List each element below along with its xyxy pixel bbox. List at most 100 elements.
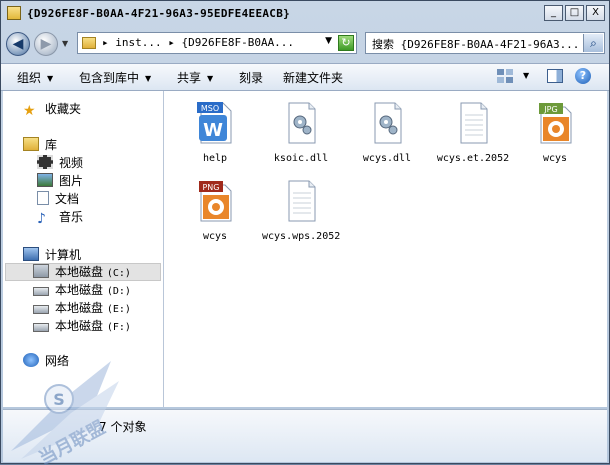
sidebar-item-drive-e[interactable]: 本地磁盘 (E:) [33,300,131,317]
sidebar-item-libraries[interactable]: 库 [23,137,57,154]
share-menu[interactable]: 共享 ▼ [177,69,213,86]
refresh-icon[interactable]: ↻ [338,35,354,51]
address-path[interactable]: ▸ inst... ▸ {D926FE8F-B0AA... [102,36,294,49]
magnifier-icon[interactable]: ⌕ [583,34,603,52]
blank-file-icon [288,180,316,222]
sidebar-item-documents[interactable]: 文档 [37,191,79,208]
svg-text:MSO: MSO [201,104,219,113]
new-folder-button[interactable]: 新建文件夹 [283,69,343,86]
jpg-image-icon: JPG [539,103,572,144]
drive-letter: (C:) [106,268,131,279]
file-name: wcys.dll [362,153,412,164]
sidebar-item-music[interactable]: ♪ 音乐 [37,209,83,226]
picture-icon [37,173,53,187]
file-item[interactable]: ksoic.dll [262,101,340,165]
view-options-icon[interactable] [497,69,513,83]
close-button[interactable]: X [586,5,605,21]
folder-icon [82,37,96,49]
sidebar-item-drive-c[interactable]: 本地磁盘 (C:) [33,264,131,281]
svg-text:JPG: JPG [543,105,557,114]
sidebar-item-computer[interactable]: 计算机 [23,247,81,264]
file-item[interactable]: JPG wcys [516,101,594,165]
address-dropdown[interactable]: ▼ [325,36,332,46]
file-name: help [202,153,228,164]
dll-gear-icon [288,102,316,144]
hard-drive-icon [33,287,49,296]
view-dropdown-icon[interactable]: ▼ [523,71,529,80]
organize-menu[interactable]: 组织 ▼ [17,69,53,86]
navigation-pane: ★ 收藏夹 库 视频 图片 文档 ♪ 音乐 计算机 本地磁盘 (C:) 本地磁盘 (… [3,91,164,407]
drive-letter: (F:) [106,322,131,333]
windows-drive-icon [33,264,49,278]
item-count: 7 个对象 [99,420,147,434]
file-item[interactable]: wcys.et.2052 [434,101,512,165]
help-icon[interactable]: ? [575,68,591,84]
sidebar-label: 音乐 [59,210,84,224]
chevron-down-icon: ▼ [207,74,214,83]
document-icon [37,191,49,205]
network-icon [23,353,39,367]
command-bar: 组织 ▼ 包含到库中 ▼ 共享 ▼ 刻录 新建文件夹 ▼ ? [1,63,609,91]
explorer-window: {D926FE8F-B0AA-4F21-96A3-95EDFE4EEACB} _… [0,0,610,465]
sidebar-item-video[interactable]: 视频 [37,155,83,172]
drive-name: 本地磁盘 [55,319,104,333]
file-item[interactable]: wcys.wps.2052 [262,179,340,243]
file-name: wcys.et.2052 [436,153,510,164]
sidebar-item-pictures[interactable]: 图片 [37,173,83,190]
file-item[interactable]: PNG wcys [176,179,254,243]
burn-button[interactable]: 刻录 [239,69,263,86]
sidebar-label: 库 [45,138,58,152]
file-item[interactable]: wcys.dll [348,101,426,165]
recent-pages-dropdown[interactable]: ▼ [62,39,68,48]
share-label: 共享 [177,71,202,85]
hard-drive-icon [33,323,49,332]
forward-button[interactable]: ▶ [34,32,58,56]
file-name: ksoic.dll [273,153,329,164]
sidebar-item-network[interactable]: 网络 [23,353,69,370]
sidebar-item-favorites[interactable]: ★ 收藏夹 [23,101,81,118]
file-item[interactable]: MSO W help [176,101,254,165]
navigation-bar: ◀ ▶ ▼ ▸ inst... ▸ {D926FE8F-B0AA... ▼ ↻ … [1,29,609,59]
search-input[interactable]: 搜索 {D926FE8F-B0AA-4F21-96A3... [372,36,578,52]
sidebar-label: 文档 [55,192,80,206]
sidebar-item-drive-d[interactable]: 本地磁盘 (D:) [33,282,131,299]
title-bar[interactable]: {D926FE8F-B0AA-4F21-96A3-95EDFE4EEACB} _… [1,1,609,27]
preview-pane-icon[interactable] [547,69,563,83]
include-library-menu[interactable]: 包含到库中 ▼ [79,69,151,86]
blank-file-icon [460,102,488,144]
status-bar: 7 个对象 [3,409,607,462]
sidebar-label: 视频 [59,156,84,170]
window-title: {D926FE8F-B0AA-4F21-96A3-95EDFE4EEACB} [27,7,291,20]
drive-name: 本地磁盘 [55,283,104,297]
png-image-icon: PNG [199,181,232,222]
search-box[interactable]: 搜索 {D926FE8F-B0AA-4F21-96A3... ⌕ [365,32,605,54]
back-button[interactable]: ◀ [6,32,30,56]
music-note-icon: ♪ [37,211,46,227]
dll-gear-icon [374,102,402,144]
organize-label: 组织 [17,71,42,85]
svg-text:PNG: PNG [202,183,219,192]
drive-letter: (E:) [106,304,131,315]
sidebar-label: 网络 [45,354,70,368]
include-library-label: 包含到库中 [79,71,140,85]
drive-letter: (D:) [106,286,131,297]
window-controls: _ □ X [544,5,605,21]
minimize-button[interactable]: _ [544,5,563,21]
chevron-down-icon: ▼ [145,74,152,83]
computer-icon [23,247,39,261]
sidebar-item-drive-f[interactable]: 本地磁盘 (F:) [33,318,131,335]
sidebar-label: 收藏夹 [45,102,82,116]
hard-drive-icon [33,305,49,314]
chevron-down-icon: ▼ [47,74,54,83]
file-name: wcys.wps.2052 [262,231,341,242]
drive-name: 本地磁盘 [55,301,104,315]
msoffice-help-icon: MSO W [197,102,232,144]
file-name: wcys [202,231,228,242]
maximize-button[interactable]: □ [565,5,584,21]
film-icon [37,155,53,169]
sidebar-label: 图片 [59,174,84,188]
file-name: wcys [542,153,568,164]
folder-icon [7,6,21,20]
sidebar-label: 计算机 [45,248,82,262]
address-bar[interactable]: ▸ inst... ▸ {D926FE8F-B0AA... ▼ ↻ [77,32,357,54]
